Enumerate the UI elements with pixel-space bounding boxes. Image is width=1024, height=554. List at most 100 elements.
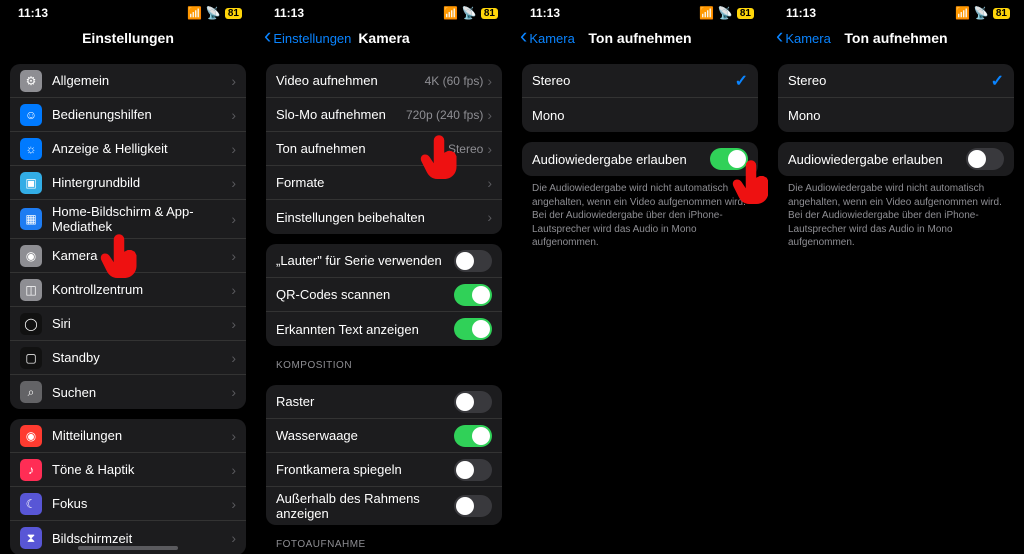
settings-row[interactable]: ⌕ Suchen› <box>10 375 246 409</box>
row-label: „Lauter" für Serie verwenden <box>276 253 454 268</box>
footer-text: Die Audiowiedergabe wird nicht automatis… <box>768 176 1024 256</box>
row-detail: Stereo <box>448 142 483 156</box>
chevron-icon: › <box>231 248 236 264</box>
wifi-icon: 📡 <box>974 6 989 20</box>
option-row[interactable]: Stereo✓ <box>778 64 1014 98</box>
nav-row[interactable]: Slo-Mo aufnehmen720p (240 fps)› <box>266 98 502 132</box>
row-detail: 720p (240 fps) <box>406 108 483 122</box>
toggle[interactable] <box>454 391 492 413</box>
row-icon: ◯ <box>20 313 42 335</box>
row-label: Formate <box>276 175 487 190</box>
settings-row[interactable]: ▣Hintergrundbild› <box>10 166 246 200</box>
row-label: Audiowiedergabe erlauben <box>788 152 966 167</box>
row-label: Audiowiedergabe erlauben <box>532 152 710 167</box>
chevron-icon: › <box>487 175 492 191</box>
row-label: Töne & Haptik <box>52 462 231 477</box>
toggle[interactable] <box>454 425 492 447</box>
status-time: 11:13 <box>18 6 48 20</box>
settings-row[interactable]: ☼Anzeige & Helligkeit› <box>10 132 246 166</box>
status-bar: 11:13 📶 📡 81 <box>768 0 1024 22</box>
row-label: Allgemein <box>52 73 231 88</box>
row-label: Siri <box>52 316 231 331</box>
settings-row[interactable]: ◫Kontrollzentrum› <box>10 273 246 307</box>
row-label: Kamera <box>52 248 231 263</box>
row-detail: 4K (60 fps) <box>425 74 484 88</box>
wifi-icon: 📡 <box>718 6 733 20</box>
nav-row[interactable]: Einstellungen beibehalten› <box>266 200 502 234</box>
settings-row[interactable]: ☺Bedienungshilfen› <box>10 98 246 132</box>
row-icon: ⌕ <box>20 381 42 403</box>
toggle[interactable] <box>454 284 492 306</box>
chevron-icon: › <box>231 530 236 546</box>
toggle-row: Audiowiedergabe erlauben <box>522 142 758 176</box>
back-button[interactable]: Kamera <box>776 31 831 46</box>
row-label: Stereo <box>532 73 735 88</box>
settings-row[interactable]: ☾Fokus› <box>10 487 246 521</box>
row-icon: ☺ <box>20 104 42 126</box>
settings-row[interactable]: ▦Home-Bildschirm & App-Mediathek› <box>10 200 246 239</box>
chevron-icon: › <box>231 73 236 89</box>
toggle[interactable] <box>454 250 492 272</box>
row-icon: ⧗ <box>20 527 42 549</box>
option-row[interactable]: Stereo✓ <box>522 64 758 98</box>
audio-playback-toggle[interactable] <box>966 148 1004 170</box>
row-icon: ♪ <box>20 459 42 481</box>
status-time: 11:13 <box>530 6 560 20</box>
nav-row[interactable]: Formate› <box>266 166 502 200</box>
toggle-row: Audiowiedergabe erlauben <box>778 142 1014 176</box>
back-button[interactable]: Kamera <box>520 31 575 46</box>
status-time: 11:13 <box>786 6 816 20</box>
option-row[interactable]: Mono <box>778 98 1014 132</box>
row-icon: ☾ <box>20 493 42 515</box>
toggle-row: QR-Codes scannen <box>266 278 502 312</box>
row-icon: ⚙ <box>20 70 42 92</box>
row-label: Raster <box>276 394 454 409</box>
panel-settings: 11:13 📶 📡 81 Einstellungen ⚙Allgemein›☺B… <box>0 0 256 554</box>
row-icon: ▢ <box>20 347 42 369</box>
nav-row[interactable]: Ton aufnehmenStereo › <box>266 132 502 166</box>
back-button[interactable]: Einstellungen <box>264 31 351 46</box>
row-label: QR-Codes scannen <box>276 287 454 302</box>
nav-bar: Einstellungen Kamera <box>256 22 512 54</box>
panel-record-sound-on: 11:13 📶 📡 81 Kamera Ton aufnehmen Stereo… <box>512 0 768 554</box>
settings-row[interactable]: ♪Töne & Haptik› <box>10 453 246 487</box>
row-label: Hintergrundbild <box>52 175 231 190</box>
settings-row[interactable]: ⚙ Allgemein› <box>10 64 246 98</box>
status-time: 11:13 <box>274 6 304 20</box>
wifi-icon: 📡 <box>462 6 477 20</box>
row-label: Bildschirmzeit <box>52 531 231 546</box>
chevron-icon: › <box>231 384 236 400</box>
signal-icon: 📶 <box>955 6 970 20</box>
row-label: Mono <box>788 108 1004 123</box>
toggle-row: Raster <box>266 385 502 419</box>
option-row[interactable]: Mono <box>522 98 758 132</box>
settings-row[interactable]: ◯Siri› <box>10 307 246 341</box>
toggle-row: Frontkamera spiegeln <box>266 453 502 487</box>
battery-badge: 81 <box>993 8 1010 19</box>
nav-row[interactable]: Video aufnehmen4K (60 fps)› <box>266 64 502 98</box>
home-indicator <box>78 546 178 550</box>
row-icon: ☼ <box>20 138 42 160</box>
panel-record-sound-off: 11:13 📶 📡 81 Kamera Ton aufnehmen Stereo… <box>768 0 1024 554</box>
row-label: Ton aufnehmen <box>276 141 448 156</box>
row-icon: ▣ <box>20 172 42 194</box>
signal-icon: 📶 <box>443 6 458 20</box>
audio-playback-toggle[interactable] <box>710 148 748 170</box>
row-label: Anzeige & Helligkeit <box>52 141 231 156</box>
settings-row[interactable]: ▢Standby› <box>10 341 246 375</box>
settings-row[interactable]: ◉Mitteilungen› <box>10 419 246 453</box>
row-label: Einstellungen beibehalten <box>276 210 487 225</box>
toggle[interactable] <box>454 318 492 340</box>
row-label: Suchen <box>52 385 231 400</box>
chevron-icon: › <box>487 141 492 157</box>
chevron-icon: › <box>231 107 236 123</box>
toggle-row: Wasserwaage <box>266 419 502 453</box>
chevron-icon: › <box>231 211 236 227</box>
toggle[interactable] <box>454 459 492 481</box>
row-label: Erkannten Text anzeigen <box>276 322 454 337</box>
nav-bar: Einstellungen <box>0 22 256 54</box>
toggle[interactable] <box>454 495 492 517</box>
section-header: Fotoaufnahme <box>256 525 512 554</box>
chevron-icon: › <box>487 73 492 89</box>
settings-row[interactable]: ◉Kamera› <box>10 239 246 273</box>
